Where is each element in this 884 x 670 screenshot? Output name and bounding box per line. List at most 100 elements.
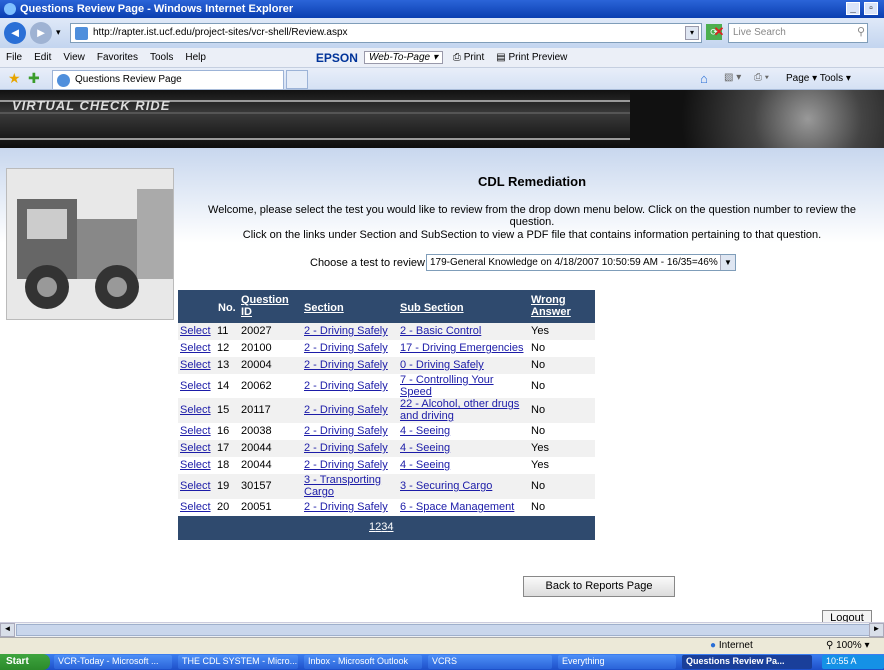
select-link[interactable]: Select [180,380,211,392]
table-row: Select 12 20100 2 - Driving Safely 17 - Driv… [178,340,595,357]
horizontal-scrollbar[interactable]: ◄ ► [0,622,884,637]
question-id: 30157 [241,480,272,492]
scroll-thumb[interactable] [16,624,870,636]
header-section[interactable]: Section [304,302,344,314]
globe-icon: ● [710,640,717,651]
search-input[interactable]: Live Search ⚲ [728,23,868,43]
sub-section-link[interactable]: 2 - Basic Control [400,325,481,337]
sub-section-link[interactable]: 0 - Driving Safely [400,359,484,371]
section-link[interactable]: 3 - Transporting Cargo [304,474,381,498]
section-link[interactable]: 2 - Driving Safely [304,380,388,392]
question-number: 20 [217,501,230,513]
section-link[interactable]: 2 - Driving Safely [304,325,388,337]
new-tab-button[interactable] [286,70,308,89]
back-arrow-icon[interactable]: ◄ [4,22,26,44]
pager-page-4[interactable]: 4 [387,521,393,533]
maximize-button[interactable]: ▫ [864,2,878,15]
wrong-answer: Yes [531,325,549,337]
start-button[interactable]: Start [0,654,50,670]
address-dropdown-icon[interactable]: ▾ [685,26,699,40]
header-wrong-answer[interactable]: Wrong Answer [531,294,571,318]
banner-title: VIRTUAL CHECK RIDE [12,98,171,113]
taskbar-item[interactable]: VCR-Today - Microsoft ... [54,655,172,669]
favorites-star-icon[interactable]: ★ [8,70,21,87]
select-link[interactable]: Select [180,480,211,492]
select-link[interactable]: Select [180,359,211,371]
sub-section-link[interactable]: 3 - Securing Cargo [400,480,492,492]
section-link[interactable]: 2 - Driving Safely [304,459,388,471]
menu-edit[interactable]: Edit [28,52,57,63]
tab-questions-review[interactable]: Questions Review Page [52,70,284,89]
question-id: 20117 [241,404,271,416]
home-icon[interactable]: ⌂ [700,71,708,86]
taskbar-item[interactable]: VCRS [428,655,552,669]
sub-section-link[interactable]: 17 - Driving Emergencies [400,342,524,354]
sub-section-link[interactable]: 4 - Seeing [400,459,450,471]
tab-bar: ★ ✚ Questions Review Page ⌂ ▧ ▾ ⎙ ▾ Page… [0,68,884,90]
section-link[interactable]: 2 - Driving Safely [304,425,388,437]
add-favorites-icon[interactable]: ✚ [28,70,40,87]
back-to-reports-button[interactable]: Back to Reports Page [523,576,675,597]
table-pager: 1234 [178,516,595,540]
minimize-button[interactable]: _ [846,2,860,15]
select-link[interactable]: Select [180,501,211,513]
print-preview-button[interactable]: ▤ Print Preview [496,52,567,63]
header-sub-section[interactable]: Sub Section [400,302,464,314]
chevron-down-icon[interactable]: ▼ [720,255,735,270]
print-menu-icon[interactable]: ⎙ ▾ [754,72,769,83]
web-to-page-button[interactable]: Web-To-Page ▾ [363,51,443,64]
section-link[interactable]: 2 - Driving Safely [304,342,388,354]
select-link[interactable]: Select [180,442,211,454]
print-button[interactable]: ⎙ Print [453,52,484,63]
sub-section-link[interactable]: 22 - Alcohol, other drugs and driving [400,398,519,422]
sub-section-link[interactable]: 4 - Seeing [400,425,450,437]
stop-icon[interactable]: ✕ [712,24,726,40]
address-toolbar: ◄ ► ▾ http://rapter.ist.ucf.edu/project-… [0,18,884,48]
intro-text: Click on the links under Section and Sub… [242,229,822,241]
wrong-answer: Yes [531,459,549,471]
section-link[interactable]: 2 - Driving Safely [304,359,388,371]
question-id: 20044 [241,459,272,471]
question-id: 20044 [241,442,272,454]
scroll-left-icon[interactable]: ◄ [0,623,15,637]
menu-file[interactable]: File [0,52,28,63]
menu-favorites[interactable]: Favorites [91,52,144,63]
select-link[interactable]: Select [180,404,211,416]
zoom-control[interactable]: ⚲ 100% ▾ [826,640,870,651]
test-select-dropdown[interactable]: 179-General Knowledge on 4/18/2007 10:50… [426,254,736,271]
feeds-icon[interactable]: ▧ ▾ [724,72,741,83]
address-bar-input[interactable]: http://rapter.ist.ucf.edu/project-sites/… [70,23,702,43]
taskbar-item[interactable]: Everything [558,655,676,669]
taskbar-item-active[interactable]: Questions Review Pa... [682,655,812,669]
menu-tools[interactable]: Tools [144,52,179,63]
select-link[interactable]: Select [180,459,211,471]
taskbar: Start VCR-Today - Microsoft ... THE CDL … [0,654,884,670]
page-tools-menu[interactable]: Page ▾ Tools ▾ [786,73,851,84]
sub-section-link[interactable]: 6 - Space Management [400,501,514,513]
question-number: 12 [217,342,230,354]
question-number: 11 [217,325,229,337]
section-link[interactable]: 2 - Driving Safely [304,501,388,513]
sub-section-link[interactable]: 7 - Controlling Your Speed [400,374,494,398]
menu-help[interactable]: Help [179,52,212,63]
taskbar-item[interactable]: Inbox - Microsoft Outlook [304,655,422,669]
header-no: No. [218,302,236,314]
scroll-right-icon[interactable]: ► [869,623,884,637]
select-link[interactable]: Select [180,425,211,437]
preview-icon: ▤ [496,52,506,63]
select-link[interactable]: Select [180,325,211,337]
search-icon[interactable]: ⚲ [857,25,865,38]
internet-zone: ● Internet [710,640,753,651]
wrong-answer: No [531,342,546,354]
wrong-answer: Yes [531,442,549,454]
select-link[interactable]: Select [180,342,211,354]
history-dropdown-icon[interactable]: ▾ [56,27,61,38]
sub-section-link[interactable]: 4 - Seeing [400,442,450,454]
taskbar-item[interactable]: THE CDL SYSTEM - Micro... [178,655,298,669]
forward-arrow-icon[interactable]: ► [30,22,52,44]
section-link[interactable]: 2 - Driving Safely [304,404,388,416]
section-link[interactable]: 2 - Driving Safely [304,442,388,454]
status-bar: ● Internet ⚲ 100% ▾ [0,637,884,654]
header-question-id[interactable]: Question ID [241,294,289,318]
menu-view[interactable]: View [57,52,91,63]
